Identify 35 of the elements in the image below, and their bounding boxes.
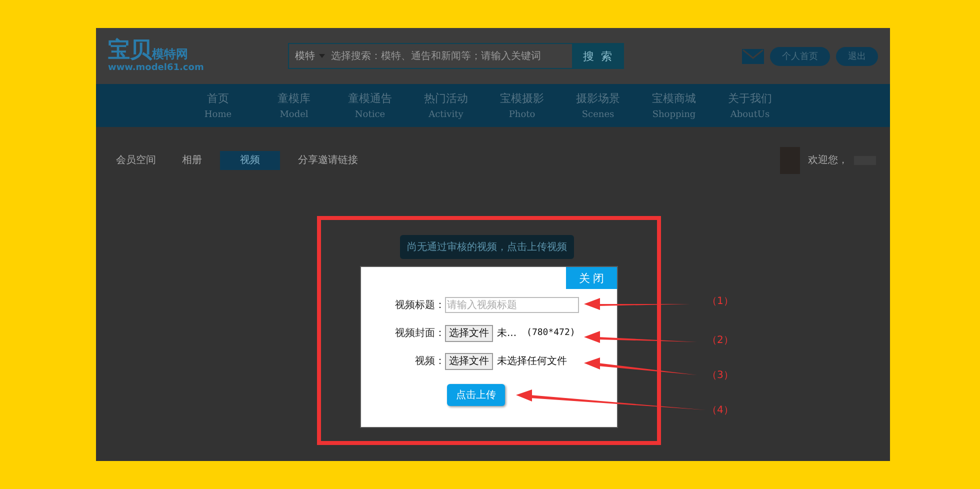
nav-link[interactable]: 关于我们 AboutUs	[712, 90, 788, 122]
choose-file-button[interactable]: 选择文件	[445, 324, 493, 342]
tab[interactable]: 视频	[220, 150, 280, 170]
choose-file-button[interactable]: 选择文件	[445, 352, 493, 370]
nav-link[interactable]: 童模库 Model	[256, 90, 332, 122]
callout-label: （1）	[707, 295, 734, 308]
nav-link[interactable]: 宝模商城 Shopping	[636, 90, 712, 122]
welcome-text: 欢迎您，	[808, 154, 848, 167]
tab[interactable]: 分享邀请链接	[298, 150, 358, 170]
callout-label: （2）	[707, 334, 734, 347]
category-dropdown[interactable]: 模特	[295, 49, 315, 63]
callout-label: （4）	[707, 404, 734, 417]
field-label: 视频标题：	[394, 298, 445, 312]
tab[interactable]: 会员空间	[116, 150, 156, 170]
upload-button[interactable]: 点击上传	[447, 384, 505, 406]
nav-link[interactable]: 摄影场景 Scenes	[560, 90, 636, 122]
tab[interactable]: 相册	[182, 150, 202, 170]
title-input[interactable]: 请输入视频标题	[445, 297, 579, 313]
field-label: 视频：	[414, 354, 445, 368]
callout-label: （3）	[707, 369, 734, 382]
close-button[interactable]: 关 闭	[566, 267, 617, 289]
home-button[interactable]: 个人首页	[770, 46, 830, 66]
notice-message[interactable]: 尚无通过审核的视频，点击上传视频	[400, 235, 574, 259]
search-button[interactable]: 搜 索	[573, 43, 624, 69]
nav-link[interactable]: 热门活动 Activity	[408, 90, 484, 122]
site-logo[interactable]: 宝贝模特网 www.model61.com	[108, 39, 218, 73]
nav-link[interactable]: 童模通告 Notice	[332, 90, 408, 122]
file-status: 未选择任何文件	[497, 354, 567, 368]
envelope-icon[interactable]	[742, 48, 764, 64]
file-status: 未...	[497, 326, 517, 340]
nav-link[interactable]: 宝模摄影 Photo	[484, 90, 560, 122]
size-hint: (780*472)	[526, 328, 576, 338]
nav-link[interactable]: 首页 Home	[180, 90, 256, 122]
field-label: 视频封面：	[394, 326, 445, 340]
logout-button[interactable]: 退出	[836, 46, 878, 66]
